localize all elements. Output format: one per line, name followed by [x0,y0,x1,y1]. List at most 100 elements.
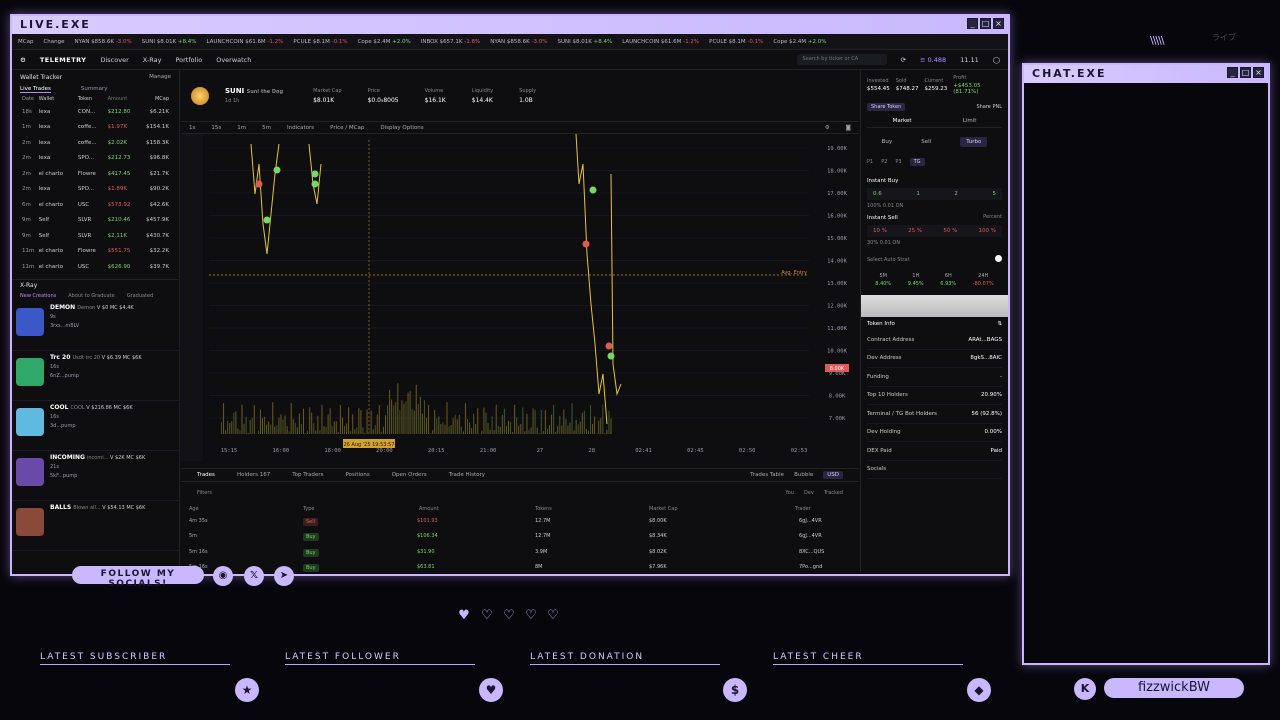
sell-amount-2[interactable]: 25 % [908,228,922,234]
xray-token-item[interactable]: DEMON Demon V $0 MC $4.4K 9s 3rxs...m8LV [12,301,179,351]
wallet-trade-row[interactable]: 2m lexa coffe... $2.02K $158.3K [12,135,179,151]
wallet-trade-row[interactable]: 11m el charto Flowre $551.75 $32.2K [12,244,179,260]
interval-stat[interactable]: 1H 9.45% [908,273,924,287]
display-options-button[interactable]: Display Options [380,125,423,131]
tab-trades[interactable]: Trades [197,472,215,478]
sell-mode[interactable]: Percent [983,214,1002,220]
row-trader[interactable]: 7Po...gnd [799,564,822,570]
ticker-item[interactable]: LAUNCHCOIN $61.6M -1.2% [622,39,699,45]
xray-title[interactable]: X-Ray [20,282,37,289]
manage-button[interactable]: Manage [149,74,171,80]
sell-amount-1[interactable]: 10 % [873,228,887,234]
tab-about-to-graduate[interactable]: About to Graduate [68,293,114,299]
price-chart[interactable]: 19.00K 18.00K 17.00K 16.00K 15.00K 14.00K 13.0… [181,134,859,461]
xray-token-item[interactable]: Trc 20 Usdt trc 20 V $6.39 MC $6K 16s 6nZ.… [12,351,179,401]
interval-stat[interactable]: 5M 8.40% [875,273,891,287]
buy-marker[interactable] [263,216,271,224]
tf-1s[interactable]: 1s [189,125,195,131]
table-row[interactable]: 5m Buy $106.34 12.7M $8.34K 6gJ...4VR [181,531,859,546]
maximize-icon[interactable]: □ [980,18,991,29]
mode-buy[interactable]: Buy [882,139,893,145]
bubble-toggle[interactable]: Bubble [794,472,813,478]
buy-marker[interactable] [273,166,281,174]
info-value[interactable]: 56 (92.8%) [971,411,1002,417]
buy-amount-2[interactable]: 1 [916,191,920,197]
nav-xray[interactable]: X-Ray [143,56,162,64]
buy-marker[interactable] [607,352,615,360]
xray-token-item[interactable]: COOL COOL V $216.86 MC $6K 16s 3d...pump [12,401,179,451]
info-value[interactable]: 20.90% [981,392,1002,398]
ticker-item[interactable]: MCap [18,39,33,45]
discord-icon[interactable]: ◉ [213,566,233,586]
ticker-item[interactable]: SUNI $8.01K +8.4% [558,39,613,45]
filter-tracked[interactable]: Tracked [824,490,843,496]
interval-stat[interactable]: 24H -80.07% [973,273,994,287]
ticker-item[interactable]: PCULE $8.1M -0.1% [709,39,763,45]
tab-holders[interactable]: Holders 167 [237,472,270,478]
ticker-item[interactable]: INBOX $657.1K -1.8% [421,39,480,45]
mode-turbo[interactable]: Turbo [960,137,988,147]
share-token-button[interactable]: Share Token [867,103,906,111]
row-trader[interactable]: 6gJ...4VR [799,533,822,539]
buy-amount-4[interactable]: 5 [992,191,996,197]
ticker-item[interactable]: Change [43,39,64,45]
ticker-item[interactable]: PCULE $8.1M -0.1% [293,39,347,45]
close-icon[interactable]: × [1253,67,1264,78]
xray-token-item[interactable]: INCOMING incomi... V $2K MC $6K 21s 5kF...… [12,451,179,501]
preset-tg[interactable]: TG [909,158,925,166]
filter-you[interactable]: You [785,490,794,496]
row-trader[interactable]: 8XC...QUS [799,549,824,555]
trades-table-toggle[interactable]: Trades Table [750,472,784,478]
xray-token-item[interactable]: BALLS Blown all... V $54.13 MC $6K [12,501,179,551]
auto-strat-select[interactable]: Select Auto Strat [867,257,909,263]
search-input[interactable]: Search by ticker or CA [796,54,887,65]
wallet-trade-row[interactable]: 11m el charto USC $626.90 $39.7K [12,259,179,275]
wallet-trade-row[interactable]: 9m Self SLVR $2.11K $430.7K [12,228,179,244]
preset-p3[interactable]: P3 [895,159,901,165]
buy-amount-1[interactable]: 0.6 [873,191,882,197]
camera-icon[interactable]: ◙ [846,125,851,131]
wallet-trade-row[interactable]: 2m lexa SPO... $212.73 $96.8K [12,151,179,167]
share-pnl-button[interactable]: Share PNL [976,104,1002,110]
indicators-button[interactable]: Indicators [287,125,314,131]
ticker-item[interactable]: Cope $2.4M +2.0% [358,39,411,45]
minimize-icon[interactable]: _ [1227,67,1238,78]
sell-settings[interactable]: 30% 0.01 ON [867,240,1002,246]
ticker-item[interactable]: NYAN $858.6K -3.0% [490,39,547,45]
info-value[interactable]: 0.00% [985,429,1002,435]
mode-sell[interactable]: Sell [921,139,931,145]
profile-icon[interactable]: ◯ [993,56,1000,64]
info-value[interactable]: ARAt...BAGS [968,337,1002,343]
ticker-item[interactable]: Cope $2.4M +2.0% [773,39,826,45]
buy-marker[interactable] [311,180,319,188]
filter-icon[interactable]: ⇅ [997,321,1002,327]
tab-trade-history[interactable]: Trade History [449,472,485,478]
tab-new-creations[interactable]: New Creations [20,293,56,299]
buy-marker[interactable] [589,186,597,194]
wallet-trade-row[interactable]: 2m lexa SPO... $1.89K $90.2K [12,182,179,198]
wallet-tracker-title[interactable]: Wallet Tracker [20,74,62,81]
sell-amount-4[interactable]: 100 % [979,228,996,234]
tab-live-trades[interactable]: Live Trades [20,86,51,93]
preset-p2[interactable]: P2 [881,159,887,165]
ticker-item[interactable]: SUNI $8.01K +8.4% [142,39,197,45]
tf-1m[interactable]: 1m [237,125,246,131]
telegram-icon[interactable]: ➤ [274,566,294,586]
tab-top-traders[interactable]: Top Traders [292,472,323,478]
row-trader[interactable]: 6gJ...4VR [799,518,822,524]
tf-5m[interactable]: 5m [262,125,271,131]
ticker-item[interactable]: NYAN $858.6K -3.0% [75,39,132,45]
kick-icon[interactable]: K [1074,678,1096,700]
info-value[interactable]: - [1000,374,1002,380]
wallet-trade-row[interactable]: 18s lexa CON... $212.80 $6.21K [12,104,179,120]
buy-marker[interactable] [311,170,319,178]
info-value[interactable]: Paid [991,448,1002,454]
minimize-icon[interactable]: _ [967,18,978,29]
close-icon[interactable]: × [993,18,1004,29]
price-mcap-toggle[interactable]: Price / MCap [330,125,364,131]
nav-overwatch[interactable]: Overwatch [216,56,251,64]
tab-limit[interactable]: Limit [963,118,977,124]
wallet-trade-row[interactable]: 6m el charto USC $573.92 $42.6K [12,197,179,213]
nav-discover[interactable]: Discover [100,56,128,64]
table-row[interactable]: 5m 16s Buy $31.90 3.9M $8.02K 8XC...QUS [181,547,859,562]
